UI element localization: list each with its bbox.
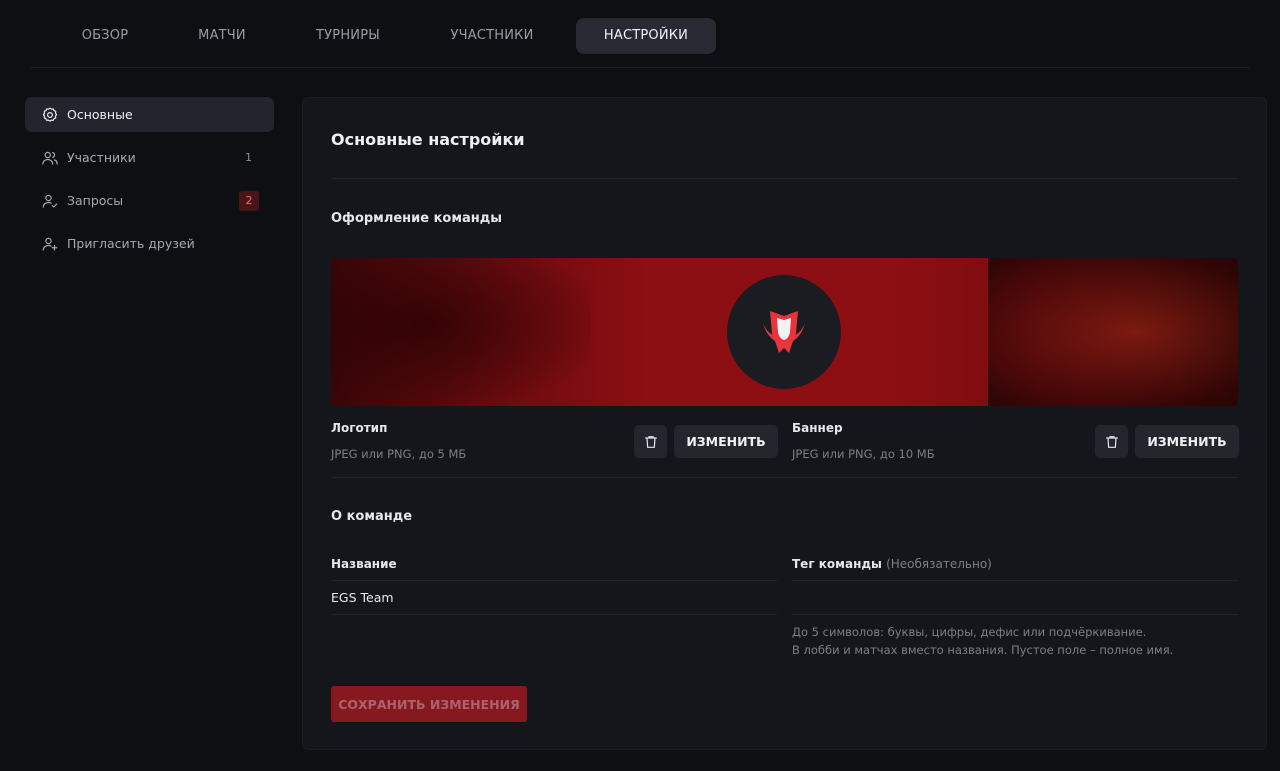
requests-badge: 2 bbox=[239, 190, 259, 211]
user-plus-icon bbox=[42, 237, 58, 251]
banner-hint: JPEG или PNG, до 10 МБ bbox=[792, 447, 935, 461]
banner-shade-left bbox=[331, 258, 591, 406]
change-logo-button[interactable]: ИЗМЕНИТЬ bbox=[674, 425, 778, 458]
tab-tournaments[interactable]: ТУРНИРЫ bbox=[308, 18, 388, 54]
logo-hint: JPEG или PNG, до 5 МБ bbox=[331, 447, 467, 461]
tag-label: Тег команды (Необязательно) bbox=[792, 557, 992, 571]
banner-label: Баннер bbox=[792, 421, 843, 435]
sidebar-item-label: Пригласить друзей bbox=[67, 236, 195, 251]
design-section-title: Оформление команды bbox=[331, 211, 502, 226]
sidebar-item-general[interactable]: Основные bbox=[25, 97, 274, 132]
sidebar-item-members[interactable]: Участники 1 bbox=[25, 140, 274, 175]
team-logo-emblem-icon bbox=[763, 311, 805, 353]
sidebar-item-requests[interactable]: Запросы 2 bbox=[25, 183, 274, 218]
team-name-value: EGS Team bbox=[331, 590, 394, 605]
sidebar-item-label: Запросы bbox=[67, 193, 124, 208]
delete-banner-button[interactable] bbox=[1095, 425, 1128, 458]
trash-icon bbox=[644, 435, 657, 448]
divider bbox=[331, 178, 1238, 179]
divider bbox=[331, 477, 1238, 478]
settings-panel: Основные настройки Оформление команды Ло… bbox=[302, 97, 1267, 750]
page-title: Основные настройки bbox=[331, 130, 525, 149]
tab-members[interactable]: УЧАСТНИКИ bbox=[442, 18, 542, 54]
change-banner-button[interactable]: ИЗМЕНИТЬ bbox=[1135, 425, 1239, 458]
team-tag-input[interactable] bbox=[792, 580, 1238, 615]
tag-label-text: Тег команды bbox=[792, 557, 882, 571]
tag-hint-line1: До 5 символов: буквы, цифры, дефис или п… bbox=[792, 625, 1147, 639]
sidebar-item-invite-friends[interactable]: Пригласить друзей bbox=[25, 226, 274, 261]
banner-shade-right bbox=[988, 258, 1238, 406]
logo-label: Логотип bbox=[331, 421, 388, 435]
tab-settings[interactable]: НАСТРОЙКИ bbox=[576, 18, 716, 54]
team-name-input[interactable]: EGS Team bbox=[331, 580, 777, 615]
tab-overview[interactable]: ОБЗОР bbox=[68, 18, 142, 54]
users-icon bbox=[42, 151, 58, 165]
user-check-icon bbox=[42, 194, 58, 208]
tag-optional-note: (Необязательно) bbox=[886, 557, 992, 571]
save-changes-button[interactable]: СОХРАНИТЬ ИЗМЕНЕНИЯ bbox=[331, 686, 527, 722]
team-banner-image bbox=[331, 258, 1238, 406]
sidebar-item-label: Участники bbox=[67, 150, 136, 165]
gear-icon bbox=[42, 107, 58, 122]
trash-icon bbox=[1105, 435, 1118, 448]
members-count: 1 bbox=[245, 151, 252, 164]
top-nav: ОБЗОР МАТЧИ ТУРНИРЫ УЧАСТНИКИ НАСТРОЙКИ bbox=[30, 0, 1250, 68]
team-logo bbox=[727, 275, 841, 389]
tab-matches[interactable]: МАТЧИ bbox=[185, 18, 259, 54]
name-label: Название bbox=[331, 557, 397, 571]
sidebar-item-label: Основные bbox=[67, 107, 133, 122]
tag-hint-line2: В лобби и матчах вместо названия. Пустое… bbox=[792, 643, 1174, 657]
delete-logo-button[interactable] bbox=[634, 425, 667, 458]
about-section-title: О команде bbox=[331, 509, 413, 524]
